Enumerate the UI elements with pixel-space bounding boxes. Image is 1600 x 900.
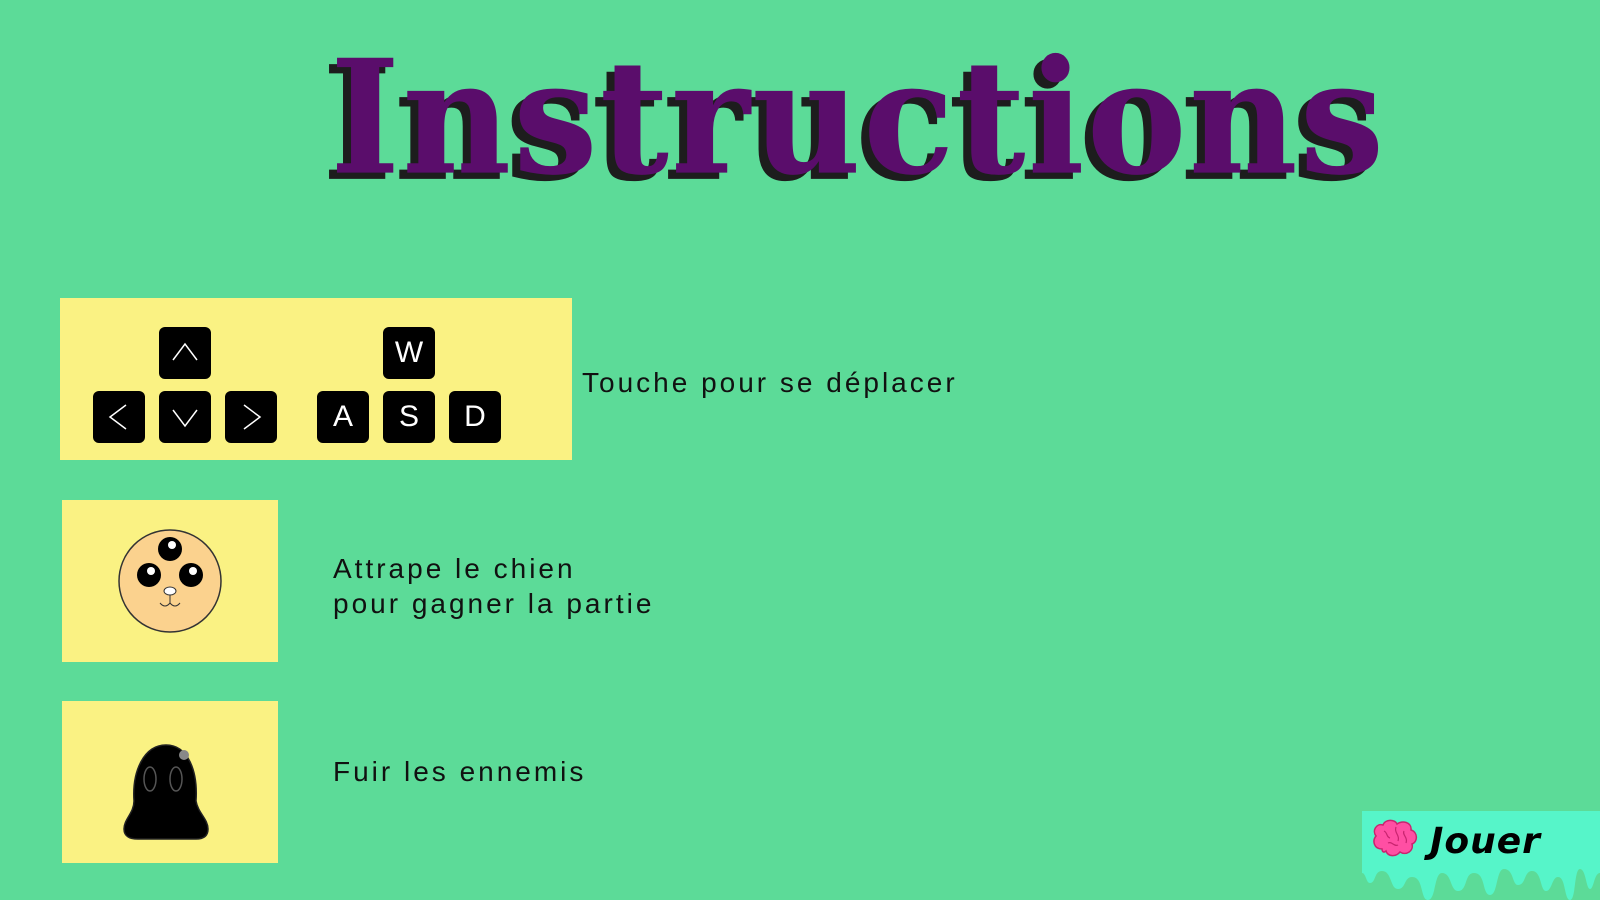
right-arrow-icon xyxy=(225,391,277,443)
down-arrow-icon xyxy=(159,391,211,443)
key-a: A xyxy=(317,391,369,443)
controls-panel: W A S D xyxy=(60,298,572,460)
key-d: D xyxy=(449,391,501,443)
enemy-panel xyxy=(62,701,278,863)
goal-label-line1: Attrape le chien xyxy=(333,553,576,584)
page-title: Instructions xyxy=(330,20,1387,220)
brain-icon xyxy=(1373,819,1418,857)
goal-label-line2: pour gagner la partie xyxy=(333,588,655,619)
controls-label: Touche pour se déplacer xyxy=(582,367,958,398)
dog-icon xyxy=(118,529,222,633)
key-w: W xyxy=(383,327,435,379)
up-arrow-icon xyxy=(159,327,211,379)
enemy-label: Fuir les ennemis xyxy=(333,756,587,787)
key-s: S xyxy=(383,391,435,443)
left-arrow-icon xyxy=(93,391,145,443)
play-button[interactable]: Jouer xyxy=(1362,811,1600,900)
goal-panel xyxy=(62,500,278,662)
title-text: Instructions xyxy=(330,25,1387,211)
ghost-enemy-icon xyxy=(123,744,209,840)
play-button-label: Jouer xyxy=(1430,821,1541,862)
